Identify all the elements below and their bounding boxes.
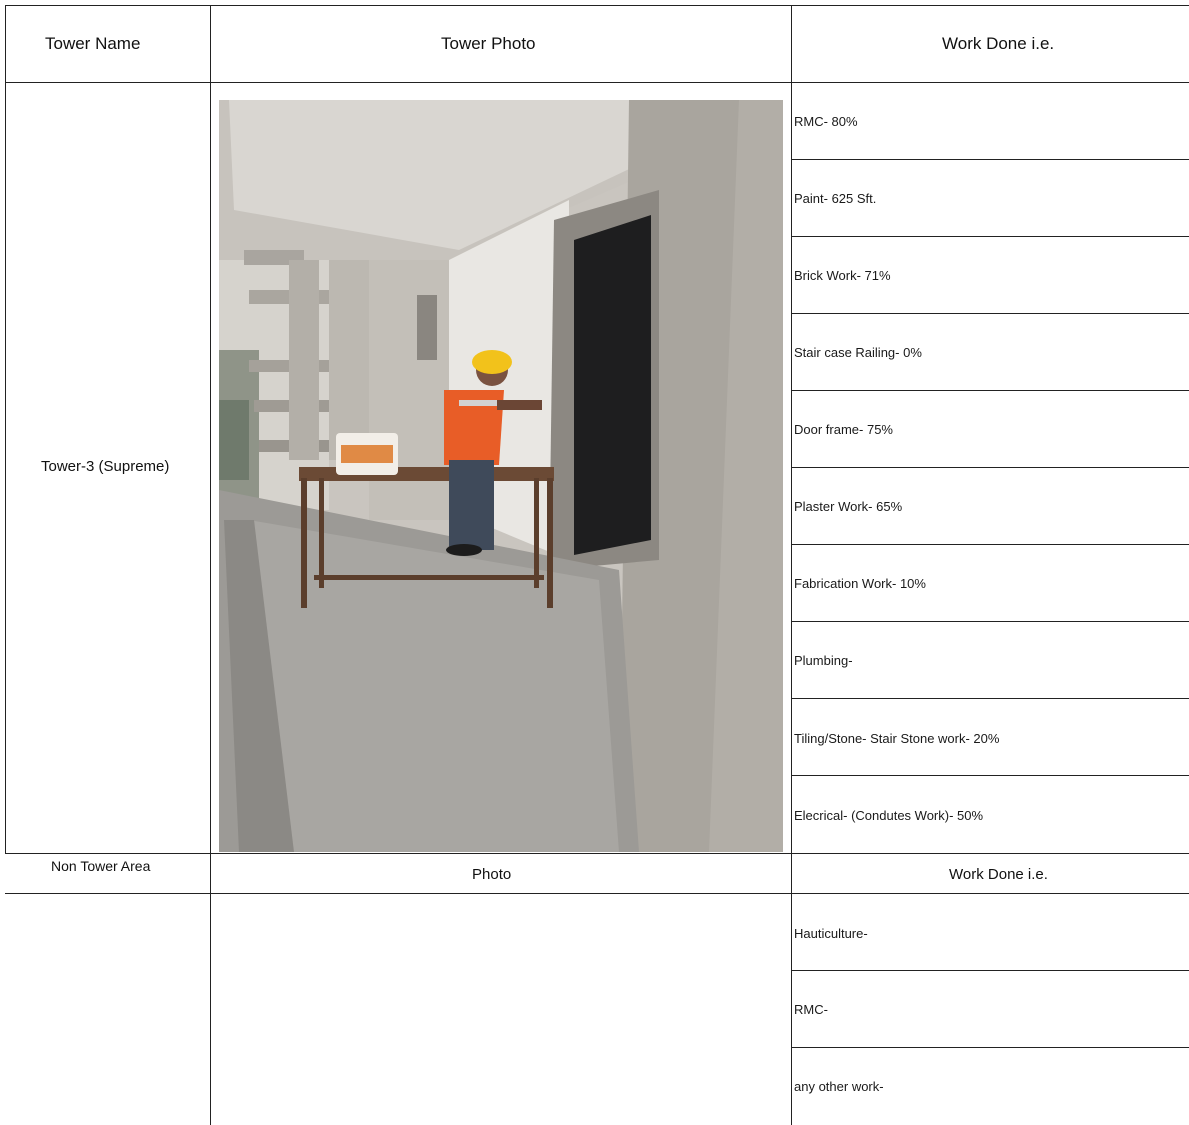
work-item-door-frame: Door frame- 75% bbox=[794, 422, 893, 437]
tower-photo bbox=[219, 100, 783, 852]
work-item-rmc-non-tower: RMC- bbox=[794, 1002, 828, 1017]
header-divider bbox=[5, 82, 1189, 83]
row-divider bbox=[791, 313, 1189, 314]
work-item-tiling-stone: Tiling/Stone- Stair Stone work- 20% bbox=[794, 731, 1000, 746]
work-item-stair-railing: Stair case Railing- 0% bbox=[794, 345, 922, 360]
work-item-plumbing: Plumbing- bbox=[794, 653, 853, 668]
work-item-other: any other work- bbox=[794, 1079, 884, 1094]
row-divider bbox=[791, 698, 1189, 699]
section-divider bbox=[5, 853, 1189, 854]
tower-name: Tower-3 (Supreme) bbox=[41, 458, 170, 475]
construction-site-photo bbox=[219, 100, 783, 852]
column-divider-2 bbox=[791, 5, 792, 1125]
work-item-fabrication: Fabrication Work- 10% bbox=[794, 576, 926, 591]
row-divider bbox=[791, 621, 1189, 622]
header-tower-name: Tower Name bbox=[45, 34, 141, 53]
row-divider bbox=[791, 775, 1189, 776]
row-divider bbox=[791, 236, 1189, 237]
column-divider-1 bbox=[210, 5, 211, 1125]
row-divider bbox=[791, 970, 1189, 971]
table-border-top bbox=[5, 5, 1189, 6]
work-item-plaster-work: Plaster Work- 65% bbox=[794, 499, 903, 514]
table-border-left bbox=[5, 5, 6, 854]
subheader-divider bbox=[5, 893, 1189, 894]
work-item-rmc: RMC- 80% bbox=[794, 114, 858, 129]
header-work-done: Work Done i.e. bbox=[942, 34, 1055, 53]
header-photo: Photo bbox=[472, 866, 512, 883]
row-divider bbox=[791, 1047, 1189, 1048]
header-non-tower-area: Non Tower Area bbox=[51, 858, 151, 874]
row-divider bbox=[791, 544, 1189, 545]
work-item-horticulture: Hauticulture- bbox=[794, 926, 868, 941]
work-item-paint: Paint- 625 Sft. bbox=[794, 191, 877, 206]
row-divider bbox=[791, 159, 1189, 160]
row-divider bbox=[791, 467, 1189, 468]
row-divider bbox=[791, 390, 1189, 391]
work-item-brick-work: Brick Work- 71% bbox=[794, 268, 891, 283]
work-item-electrical: Elecrical- (Condutes Work)- 50% bbox=[794, 808, 984, 823]
header-non-tower-work-done: Work Done i.e. bbox=[949, 866, 1048, 883]
header-tower-photo: Tower Photo bbox=[441, 34, 536, 53]
